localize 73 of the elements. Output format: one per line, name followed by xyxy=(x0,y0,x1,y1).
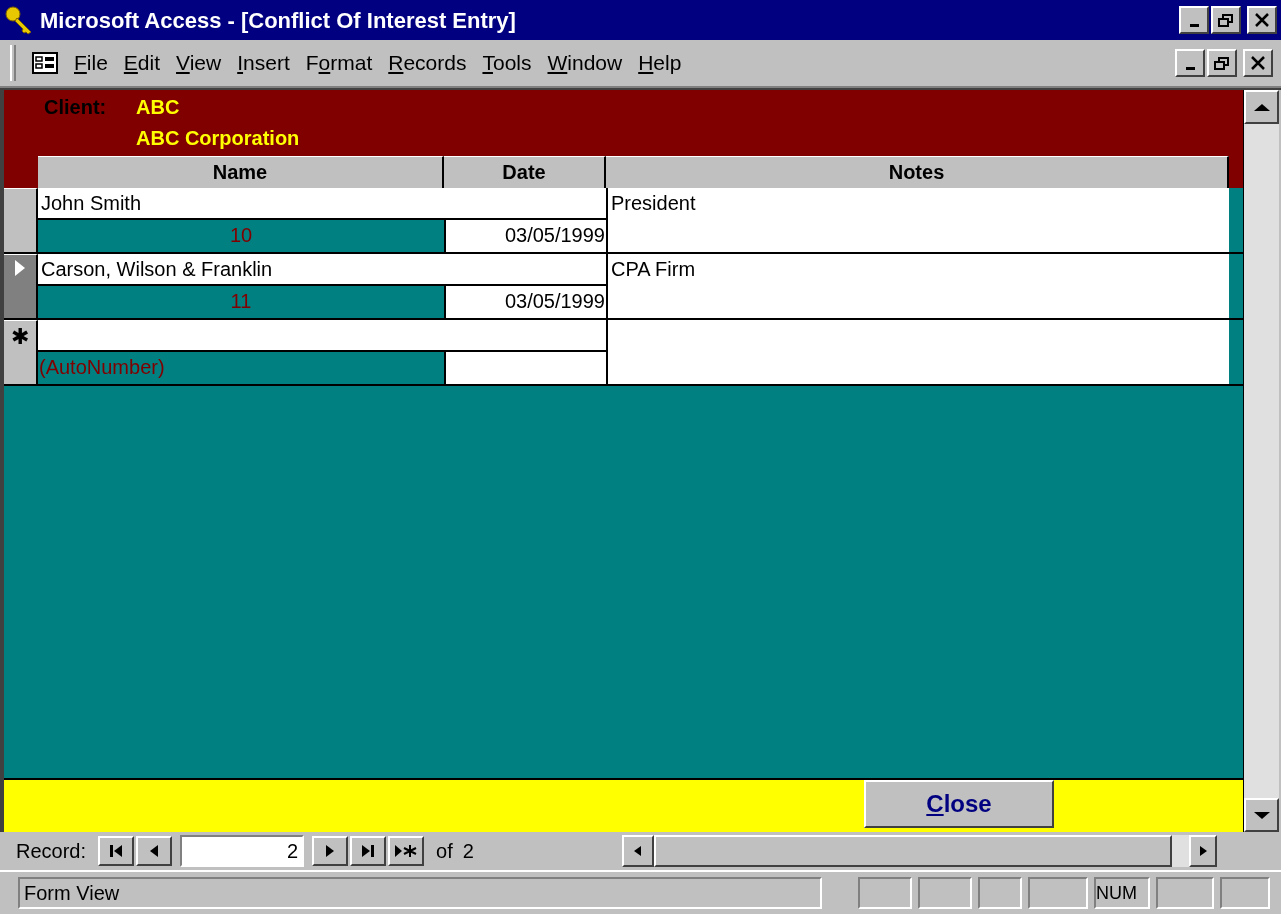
row-selector[interactable] xyxy=(4,188,38,252)
column-header: Date xyxy=(444,156,606,188)
menu-item[interactable]: Insert xyxy=(237,47,290,79)
last-record-icon xyxy=(360,844,377,858)
window-title: Microsoft Access - [Conflict Of Interest Entry] xyxy=(40,6,517,35)
record-number-field[interactable]: 2 xyxy=(180,835,305,867)
status-panel xyxy=(1220,877,1270,909)
new-record-marker: ✱ xyxy=(11,325,29,351)
close-icon xyxy=(1250,56,1266,70)
next-record-button[interactable] xyxy=(312,836,349,866)
record-of-label: of xyxy=(436,839,453,864)
scroll-right-button[interactable] xyxy=(1188,835,1217,867)
close-form-button[interactable]: Close xyxy=(864,780,1054,828)
status-panel xyxy=(858,877,912,909)
scroll-up-button[interactable] xyxy=(1244,90,1279,124)
name-field[interactable] xyxy=(38,320,606,352)
restore-icon xyxy=(1218,13,1234,27)
status-panel xyxy=(1156,877,1214,909)
previous-record-icon xyxy=(149,844,160,858)
row-selector[interactable] xyxy=(4,254,38,318)
name-field[interactable]: John Smith xyxy=(38,188,606,220)
restore-icon xyxy=(1214,56,1230,70)
column-header: Notes xyxy=(606,156,1229,188)
minimize-button[interactable] xyxy=(1175,49,1205,77)
close-icon xyxy=(1254,13,1270,27)
notes-field[interactable] xyxy=(606,320,1229,384)
current-record-icon xyxy=(14,259,26,277)
menu-item[interactable]: File xyxy=(74,47,108,79)
notes-field[interactable]: CPA Firm xyxy=(606,254,1229,318)
menu-item[interactable]: Format xyxy=(305,47,373,79)
key-icon xyxy=(4,5,34,35)
status-panel xyxy=(1028,877,1088,909)
record-label: Record: xyxy=(16,839,87,864)
client-label: Client: xyxy=(44,95,108,120)
first-record-button[interactable] xyxy=(98,836,135,866)
first-record-icon xyxy=(108,844,125,858)
toolbar-grip[interactable] xyxy=(10,45,16,81)
menu-item[interactable]: Window xyxy=(547,47,623,79)
client-code: ABC xyxy=(136,95,180,120)
scroll-down-button[interactable] xyxy=(1244,798,1279,832)
new-record-icon xyxy=(394,843,419,859)
column-header: Name xyxy=(38,156,444,188)
client-name: ABC Corporation xyxy=(136,126,300,151)
name-field[interactable]: Carson, Wilson & Franklin xyxy=(38,254,606,286)
next-record-icon xyxy=(325,844,336,858)
minimize-icon xyxy=(1185,66,1195,70)
scroll-left-button[interactable] xyxy=(621,835,654,867)
record-total: 2 xyxy=(462,839,474,864)
notes-field[interactable]: President xyxy=(606,188,1229,252)
form-icon[interactable] xyxy=(32,52,58,74)
menu-item[interactable]: View xyxy=(176,47,222,79)
previous-record-button[interactable] xyxy=(136,836,173,866)
close-button[interactable] xyxy=(1243,49,1273,77)
menu-item[interactable]: Help xyxy=(638,47,682,79)
menu-item[interactable]: Tools xyxy=(482,47,532,79)
date-field[interactable]: 03/05/1999 xyxy=(444,220,606,252)
row-selector[interactable]: ✱ xyxy=(4,320,38,384)
restore-button[interactable] xyxy=(1207,49,1237,77)
date-field[interactable] xyxy=(444,352,606,384)
minimize-button[interactable] xyxy=(1179,6,1209,34)
status-panel xyxy=(978,877,1022,909)
new-record-button[interactable] xyxy=(388,836,425,866)
menu-item[interactable]: Edit xyxy=(123,47,161,79)
vertical-scrollbar[interactable] xyxy=(1243,90,1279,832)
date-field[interactable]: 03/05/1999 xyxy=(444,286,606,318)
status-indicator: NUM xyxy=(1094,877,1150,909)
minimize-icon xyxy=(1189,23,1199,27)
restore-button[interactable] xyxy=(1211,6,1241,34)
status-panel xyxy=(918,877,972,909)
status-text: Form View xyxy=(18,877,822,909)
menu-item[interactable]: Records xyxy=(388,47,467,79)
last-record-button[interactable] xyxy=(350,836,387,866)
close-button[interactable] xyxy=(1247,6,1277,34)
